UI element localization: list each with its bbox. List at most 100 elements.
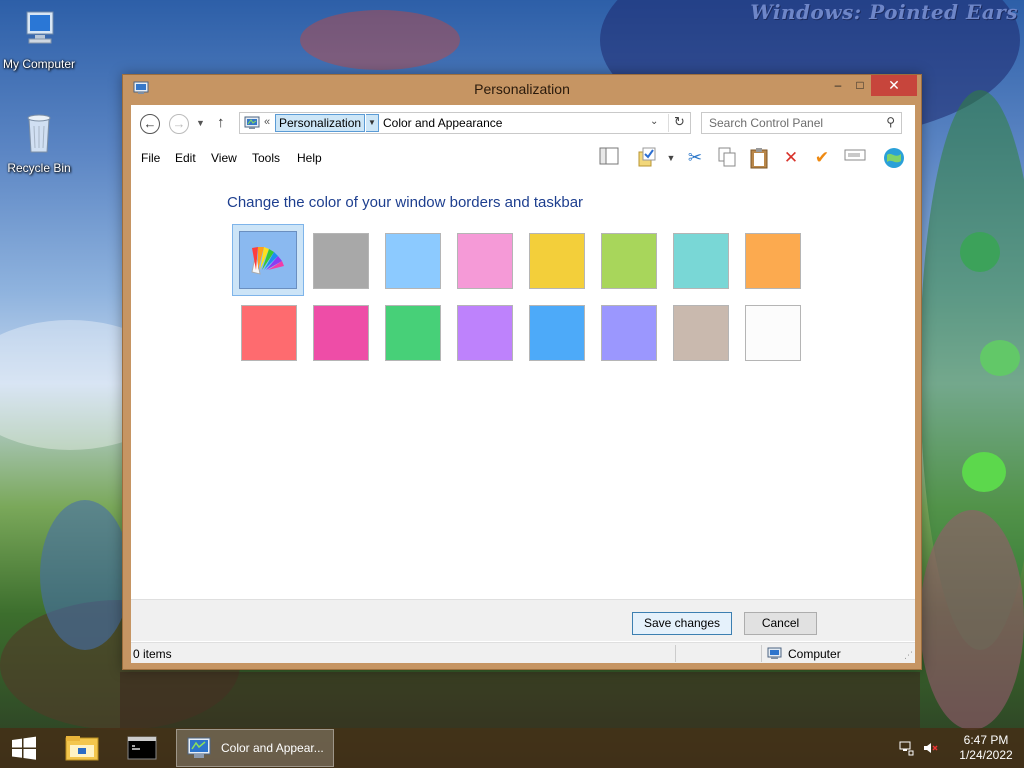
color-palette-icon: [251, 247, 284, 275]
search-input[interactable]: Search Control Panel: [709, 116, 823, 130]
status-location: Computer: [788, 647, 841, 661]
clock-date: 1/24/2022: [959, 748, 1013, 762]
back-button[interactable]: ←: [140, 114, 160, 134]
taskbar-task-label: Color and Appear...: [221, 741, 324, 755]
wallpaper-figure: [920, 510, 1024, 730]
address-bar[interactable]: « Personalization ▼ Color and Appearance…: [239, 112, 691, 134]
chevron-down-icon: ▼: [196, 118, 205, 128]
personalization-window: Personalization – □ ✕ ← → ▼ ↑ « Personal…: [122, 74, 922, 670]
computer-icon: [767, 647, 782, 659]
color-swatch-row1-3[interactable]: [385, 233, 441, 289]
menu-view[interactable]: View: [211, 151, 237, 165]
windows-logo-icon: [12, 736, 36, 760]
folder-icon: [65, 736, 99, 761]
color-swatch-row1-7[interactable]: [673, 233, 729, 289]
breadcrumb-color-and-appearance[interactable]: Color and Appearance: [383, 115, 502, 131]
start-button[interactable]: [0, 728, 48, 768]
menu-help[interactable]: Help: [297, 151, 322, 165]
wallpaper-title: Windows: Pointed Ears: [750, 0, 1018, 24]
forward-button[interactable]: →: [169, 114, 189, 134]
wallpaper-ground: [120, 672, 920, 728]
wallpaper-figure: [40, 500, 130, 650]
paste-icon[interactable]: [747, 147, 771, 169]
layout-pane-icon[interactable]: [597, 147, 621, 169]
color-swatch-row2-6[interactable]: [601, 305, 657, 361]
color-swatch-row2-5[interactable]: [529, 305, 585, 361]
taskbar-task-color-and-appearance[interactable]: Color and Appear...: [176, 729, 334, 767]
color-swatch-row1-5[interactable]: [529, 233, 585, 289]
desktop-icon-label: My Computer: [2, 57, 76, 71]
resize-grip-icon[interactable]: ⋰: [904, 650, 913, 661]
desktop-icon-recycle-bin[interactable]: Recycle Bin: [0, 110, 81, 175]
wallpaper-bubble: [980, 340, 1020, 376]
color-swatch-row1-8[interactable]: [745, 233, 801, 289]
checklist-folder-icon[interactable]: [635, 147, 659, 169]
recycle-bin-icon: [27, 114, 51, 153]
color-swatch-row2-2[interactable]: [313, 305, 369, 361]
color-swatch-row2-4[interactable]: [457, 305, 513, 361]
refresh-button[interactable]: ↻: [668, 114, 690, 132]
network-icon[interactable]: [898, 740, 914, 756]
globe-icon[interactable]: [882, 147, 906, 169]
status-divider: [761, 645, 762, 662]
color-swatch-automatic[interactable]: [239, 231, 297, 289]
arrow-left-icon: ←: [143, 116, 157, 131]
cancel-button[interactable]: Cancel: [744, 612, 817, 635]
file-explorer-taskbar-button[interactable]: [56, 728, 108, 768]
close-button[interactable]: ✕: [871, 75, 917, 96]
color-swatch-row1-6[interactable]: [601, 233, 657, 289]
breadcrumb-personalization[interactable]: Personalization: [275, 114, 366, 132]
taskbar: Color and Appear... 6:47 PM 1/24/2022: [0, 728, 1024, 768]
color-swatch-row2-8[interactable]: [745, 305, 801, 361]
control-panel-icon: [187, 737, 211, 758]
title-bar[interactable]: Personalization – □ ✕: [123, 75, 921, 105]
address-history-dropdown[interactable]: ⌄: [650, 116, 658, 127]
color-swatch-row2-7[interactable]: [673, 305, 729, 361]
menu-file[interactable]: File: [141, 151, 160, 165]
page-heading: Change the color of your window borders …: [227, 194, 584, 211]
wallpaper-bubble: [960, 232, 1000, 272]
menu-edit[interactable]: Edit: [175, 151, 196, 165]
color-swatch-row2-3[interactable]: [385, 305, 441, 361]
desktop-icon-my-computer[interactable]: My Computer: [0, 8, 81, 71]
window-title: Personalization: [474, 81, 570, 97]
search-icon[interactable]: ⚲: [886, 115, 895, 129]
status-item-count: 0 items: [133, 647, 172, 661]
up-button[interactable]: ↑: [217, 114, 225, 131]
color-swatch-row1-4[interactable]: [457, 233, 513, 289]
status-divider: [675, 645, 676, 662]
wallpaper-shape: [300, 10, 460, 70]
rename-icon[interactable]: [843, 147, 867, 169]
status-bar: 0 items Computer ⋰: [131, 642, 915, 663]
chevron-down-icon[interactable]: ▼: [659, 147, 683, 169]
menu-bar: File Edit View Tools Help ▼ ✂ ✕ ✔: [131, 142, 915, 174]
minimize-button[interactable]: –: [827, 75, 849, 96]
properties-check-icon[interactable]: ✔: [810, 147, 834, 169]
recent-locations-button[interactable]: ▼: [196, 118, 205, 128]
window-client-area: ← → ▼ ↑ « Personalization ▼ Color and Ap…: [131, 105, 915, 663]
search-box[interactable]: Search Control Panel ⚲: [701, 112, 902, 134]
refresh-icon: ↻: [674, 114, 685, 129]
cut-icon[interactable]: ✂: [683, 147, 707, 169]
system-clock[interactable]: 6:47 PM 1/24/2022: [951, 733, 1021, 763]
color-swatch-row2-1[interactable]: [241, 305, 297, 361]
color-swatch-row1-2[interactable]: [313, 233, 369, 289]
breadcrumb-overflow[interactable]: «: [264, 116, 270, 128]
terminal-icon: [127, 736, 157, 760]
action-bar: Save changes Cancel: [131, 599, 915, 641]
clock-time: 6:47 PM: [963, 733, 1009, 747]
maximize-button[interactable]: □: [849, 75, 871, 96]
volume-muted-icon[interactable]: [922, 740, 938, 756]
command-prompt-taskbar-button[interactable]: [116, 728, 168, 768]
arrow-right-icon: →: [172, 116, 186, 131]
control-panel-icon: [244, 116, 260, 129]
breadcrumb-dropdown[interactable]: ▼: [366, 114, 379, 132]
save-changes-button[interactable]: Save changes: [632, 612, 732, 635]
delete-icon[interactable]: ✕: [779, 147, 803, 169]
menu-tools[interactable]: Tools: [252, 151, 280, 165]
navigation-bar: ← → ▼ ↑ « Personalization ▼ Color and Ap…: [131, 105, 915, 141]
computer-icon: [26, 11, 54, 44]
copy-icon[interactable]: [715, 147, 739, 169]
chevron-down-icon: ▼: [368, 118, 376, 127]
desktop-icon-label: Recycle Bin: [7, 161, 71, 175]
